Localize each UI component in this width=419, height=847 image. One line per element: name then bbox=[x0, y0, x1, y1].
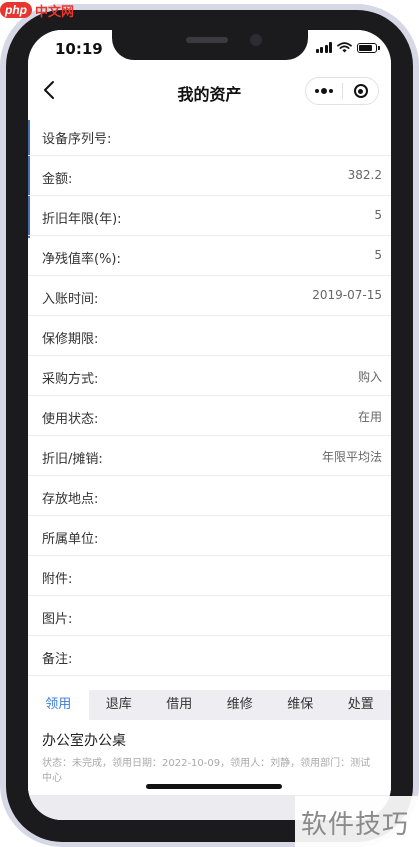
field-label: 入账时间: bbox=[42, 292, 99, 307]
field-row-unit: 所属单位: bbox=[28, 516, 391, 556]
field-label: 使用状态: bbox=[42, 412, 99, 427]
php-logo: php bbox=[0, 2, 32, 18]
tab-disposal[interactable]: 处置 bbox=[331, 690, 392, 720]
field-row-depreciation-years: 折旧年限(年): 5 bbox=[28, 196, 391, 236]
php-watermark: php 中文网 bbox=[0, 0, 74, 20]
field-label: 备注: bbox=[42, 652, 73, 667]
front-camera bbox=[250, 34, 262, 46]
field-row-depreciation-method: 折旧/摊销: 年限平均法 bbox=[28, 436, 391, 476]
field-label: 折旧年限(年): bbox=[42, 212, 122, 227]
tab-receive[interactable]: 领用 bbox=[28, 690, 89, 720]
tab-repair[interactable]: 维修 bbox=[210, 690, 271, 720]
speaker-grille bbox=[186, 37, 228, 43]
field-value: 在用 bbox=[357, 410, 382, 424]
mini-program-capsule bbox=[305, 77, 379, 105]
ellipsis-icon[interactable] bbox=[306, 78, 342, 104]
tab-maintenance[interactable]: 维保 bbox=[270, 690, 331, 720]
field-value: 5 bbox=[374, 208, 382, 222]
tab-borrow[interactable]: 借用 bbox=[149, 690, 210, 720]
field-row-residual-rate: 净残值率(%): 5 bbox=[28, 236, 391, 276]
field-value: 5 bbox=[374, 248, 382, 262]
field-row-amount: 金额: 382.2 bbox=[28, 156, 391, 196]
battery-icon bbox=[357, 42, 380, 53]
bottom-watermark-text: 软件技巧 bbox=[301, 810, 410, 840]
target-icon[interactable] bbox=[343, 78, 378, 104]
field-row-warranty: 保修期限: bbox=[28, 316, 391, 356]
record-detail: 状态：未完成，领用日期：2022-10-09，领用人：刘静，领用部门：测试中心 bbox=[42, 758, 371, 784]
field-value: 购入 bbox=[357, 370, 382, 384]
field-row-purchase-method: 采购方式: 购入 bbox=[28, 356, 391, 396]
status-icons bbox=[315, 42, 380, 53]
asset-detail-content: 设备序列号: 金额: 382.2 折旧年限(年): 5 净残值率(%): 5 入… bbox=[28, 116, 391, 820]
field-row-location: 存放地点: bbox=[28, 476, 391, 516]
field-label: 净残值率(%): bbox=[42, 252, 121, 267]
field-row-serial: 设备序列号: bbox=[28, 116, 391, 156]
field-row-images: 图片: bbox=[28, 596, 391, 636]
phone-screen: 10:19 我的资产 设备序列号: 金额: 382.2 折旧年限(年): 5 净… bbox=[28, 30, 391, 820]
field-label: 保修期限: bbox=[42, 332, 99, 347]
php-watermark-text: 中文网 bbox=[35, 4, 75, 20]
tab-return[interactable]: 退库 bbox=[89, 690, 150, 720]
status-time: 10:19 bbox=[55, 40, 103, 58]
field-label: 所属单位: bbox=[42, 532, 99, 547]
bottom-watermark: 软件技巧 bbox=[295, 796, 419, 847]
field-label: 金额: bbox=[42, 172, 73, 187]
field-label: 图片: bbox=[42, 612, 73, 627]
field-row-entry-date: 入账时间: 2019-07-15 bbox=[28, 276, 391, 316]
field-label: 附件: bbox=[42, 572, 73, 587]
field-value: 2019-07-15 bbox=[312, 288, 382, 302]
field-label: 存放地点: bbox=[42, 492, 99, 507]
field-value: 年限平均法 bbox=[321, 450, 382, 464]
field-label: 采购方式: bbox=[42, 372, 99, 387]
home-indicator bbox=[146, 784, 282, 789]
field-label: 折旧/摊销: bbox=[42, 452, 103, 467]
field-row-usage-status: 使用状态: 在用 bbox=[28, 396, 391, 436]
operation-tabs: 领用 退库 借用 维修 维保 处置 bbox=[28, 690, 391, 720]
record-title: 办公室办公桌 bbox=[42, 733, 126, 749]
signal-icon bbox=[315, 42, 332, 53]
phone-notch bbox=[112, 30, 308, 60]
wifi-icon bbox=[337, 42, 352, 53]
field-value: 382.2 bbox=[347, 168, 382, 182]
field-row-remarks: 备注: bbox=[28, 636, 391, 676]
field-label: 设备序列号: bbox=[42, 132, 112, 147]
field-row-attachment: 附件: bbox=[28, 556, 391, 596]
nav-bar: 我的资产 bbox=[28, 66, 391, 116]
